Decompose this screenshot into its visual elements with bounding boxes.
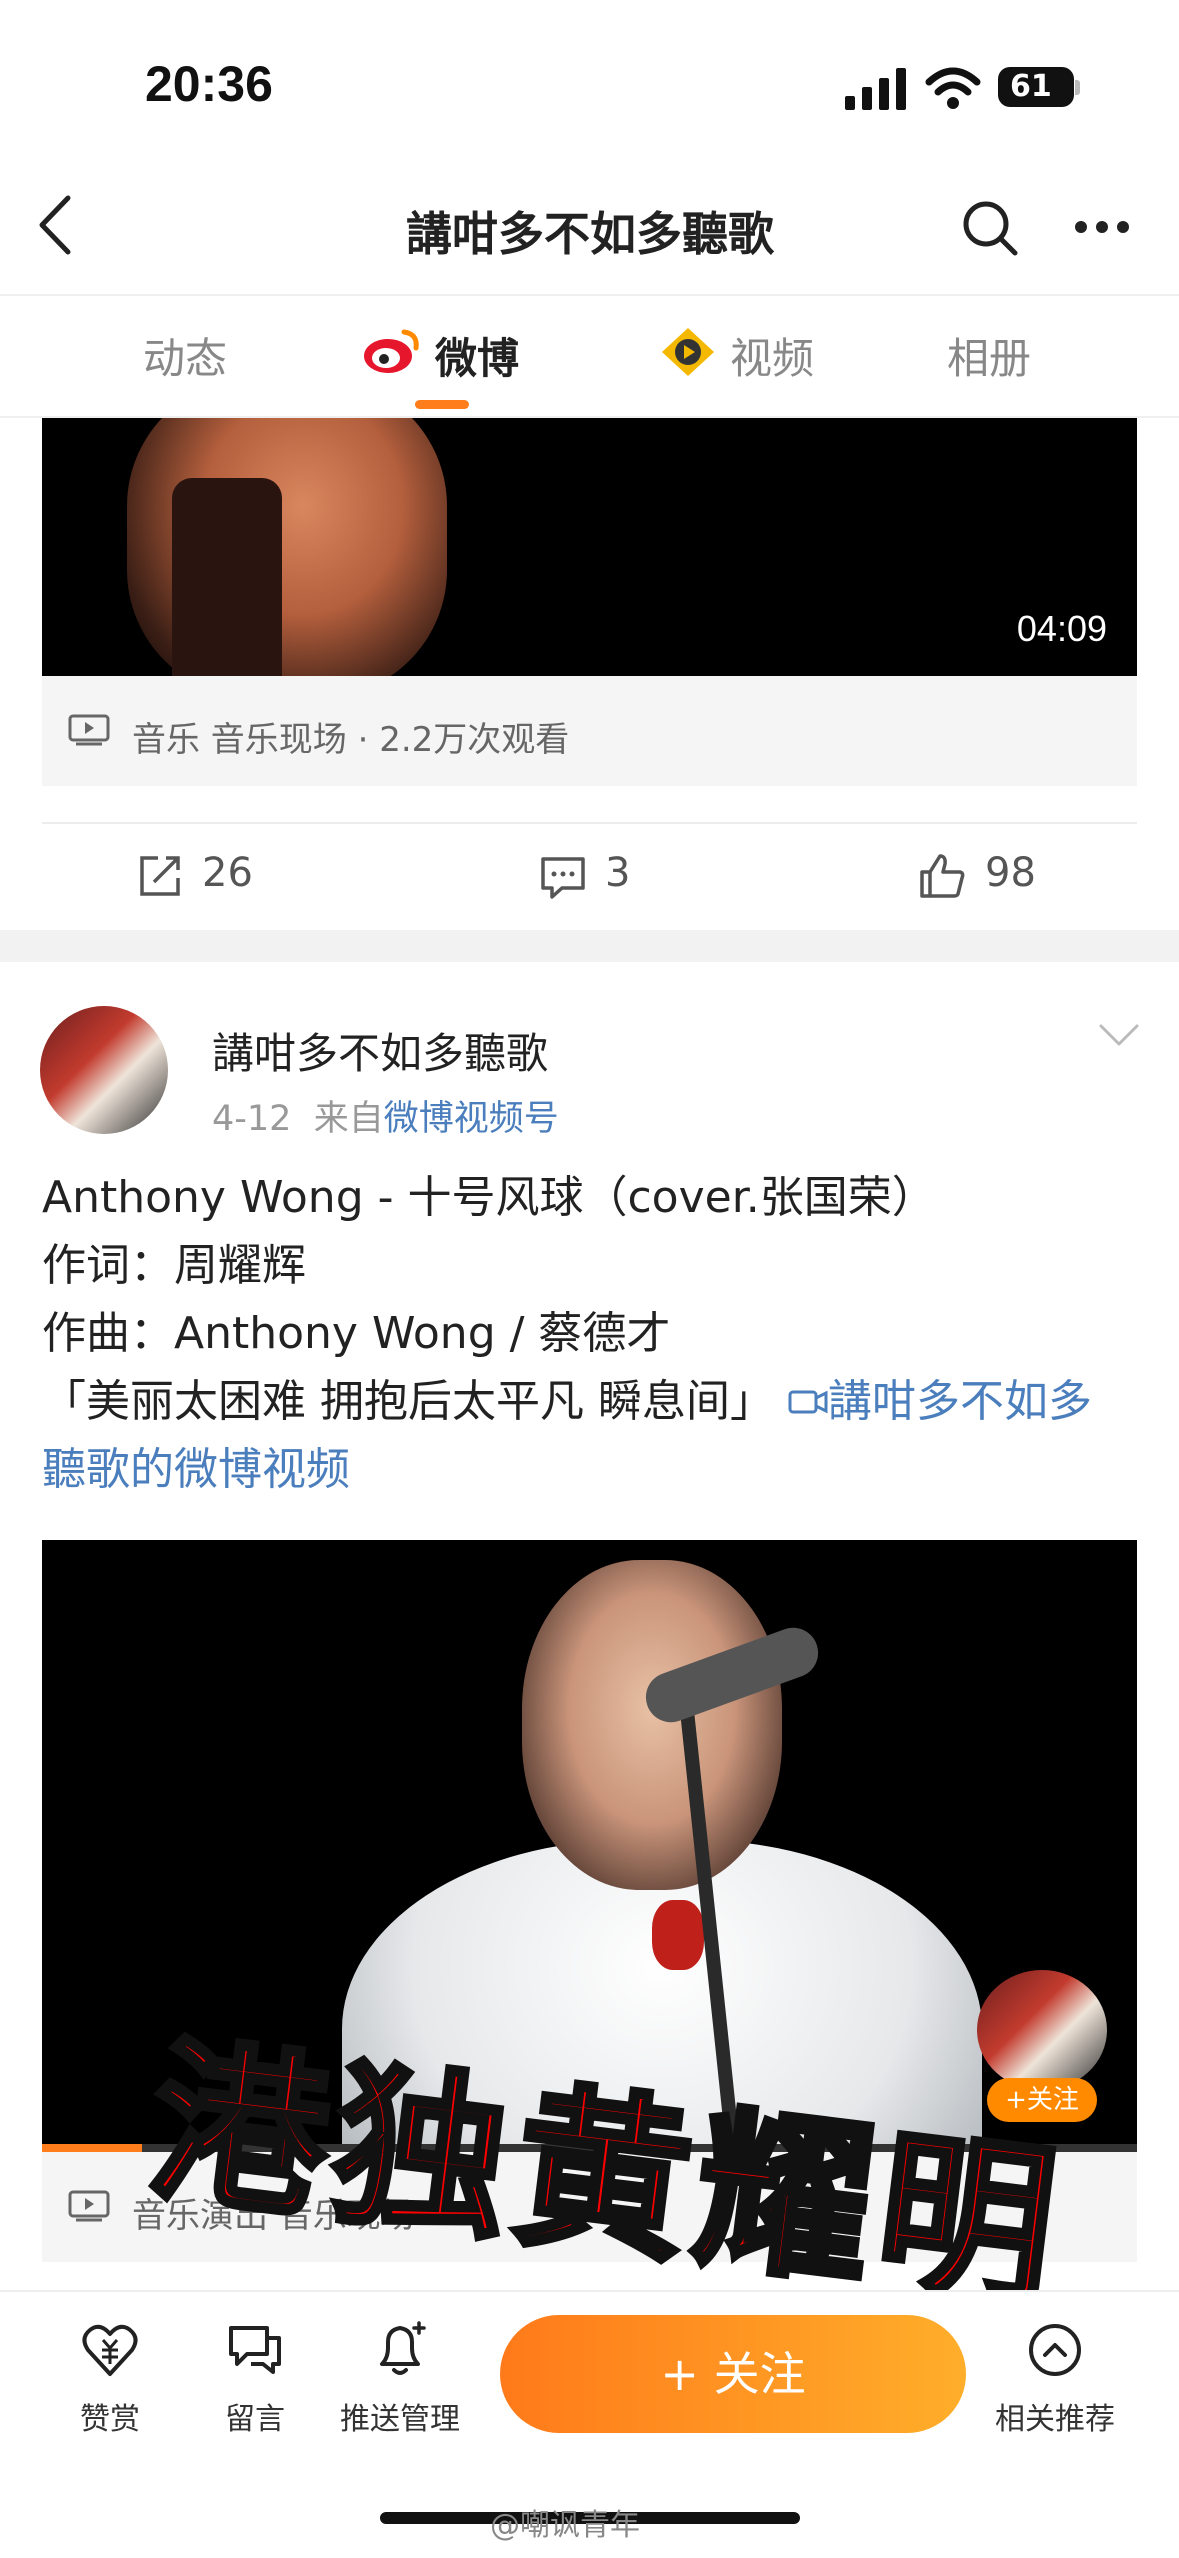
- post-text-line-4: 「美丽太困难 拥抱后太平凡 瞬息间」 講咁多不如多: [42, 1368, 1092, 1436]
- message-button[interactable]: 留言: [185, 2320, 325, 2438]
- video-play-icon: [68, 2190, 110, 2222]
- push-settings-button[interactable]: 推送管理: [330, 2320, 470, 2438]
- message-icon: [229, 2326, 281, 2374]
- tab-weibo[interactable]: 微博: [435, 325, 519, 386]
- reward-label: 赞赏: [80, 2402, 140, 2437]
- search-icon[interactable]: [960, 198, 1020, 258]
- video-player-1[interactable]: 04:09: [42, 418, 1137, 676]
- comment-icon[interactable]: [540, 856, 586, 900]
- tab-videos[interactable]: 视频: [730, 325, 814, 386]
- comment-count[interactable]: 3: [605, 850, 630, 896]
- video-thumbnail-singer: [522, 1560, 782, 1890]
- battery-tip: [1075, 80, 1080, 95]
- video-thumbnail-badge: [652, 1900, 704, 1970]
- video-channel-icon: [662, 328, 714, 376]
- post-from-label: 来自: [313, 1099, 384, 1139]
- tab-albums[interactable]: 相册: [947, 325, 1031, 386]
- chevron-up-circle-icon: [1029, 2324, 1081, 2376]
- page-title: 講咁多不如多聽歌: [406, 207, 774, 261]
- related-recommend-button[interactable]: 相关推荐: [985, 2320, 1125, 2438]
- repost-icon[interactable]: [138, 854, 182, 898]
- follow-button[interactable]: + 关注: [500, 2315, 966, 2433]
- post-source-link[interactable]: 微博视频号: [384, 1099, 559, 1139]
- like-count[interactable]: 98: [985, 850, 1036, 896]
- video-play-icon: [68, 714, 110, 746]
- post-text-line-1: Anthony Wong - 十号风球（cover.张国荣）: [42, 1172, 936, 1223]
- wifi-icon: [925, 67, 981, 109]
- status-time: 20:36: [145, 56, 273, 112]
- video-duration: 04:09: [1016, 608, 1107, 649]
- post-text-line-3: 作曲：Anthony Wong / 蔡德才: [42, 1308, 671, 1359]
- reward-button[interactable]: 赞赏: [40, 2320, 180, 2438]
- post-text-line-2: 作词：周耀辉: [42, 1240, 306, 1291]
- bell-icon: [380, 2321, 426, 2375]
- video-link-text-2[interactable]: 聽歌的微博视频: [42, 1436, 350, 1504]
- post-separator: [0, 930, 1179, 962]
- tab-active-indicator: [415, 400, 469, 409]
- lyrics-quote: 「美丽太困难 拥抱后太平凡 瞬息间」: [42, 1376, 774, 1427]
- video-meta-text: 音乐 音乐现场 · 2.2万次观看: [132, 720, 570, 760]
- message-label: 留言: [225, 2402, 285, 2437]
- watermark: @嘲讽青年: [490, 2508, 640, 2543]
- video-meta-bar-1: 音乐 音乐现场 · 2.2万次观看: [42, 676, 1137, 786]
- post-date: 4-12: [212, 1099, 292, 1139]
- nav-divider: [0, 294, 1179, 296]
- push-settings-label: 推送管理: [340, 2402, 460, 2437]
- video-link-text-1[interactable]: 講咁多不如多: [828, 1376, 1092, 1427]
- video-thumbnail-dress: [172, 478, 282, 676]
- back-icon[interactable]: [30, 190, 80, 260]
- more-icon[interactable]: [1074, 220, 1130, 234]
- author-name[interactable]: 講咁多不如多聽歌: [212, 1020, 548, 1081]
- tab-dynamics[interactable]: 动态: [143, 325, 227, 386]
- chevron-down-icon[interactable]: [1098, 1022, 1140, 1048]
- like-icon[interactable]: [918, 852, 966, 900]
- actions-divider: [42, 822, 1137, 824]
- post-meta: 4-12 来自微博视频号: [212, 1090, 559, 1141]
- video-progress-fill: [42, 2144, 142, 2152]
- weibo-logo-icon: [364, 329, 419, 373]
- repost-count[interactable]: 26: [202, 850, 253, 896]
- cellular-signal-icon: [845, 68, 906, 110]
- battery-level: 61: [998, 67, 1074, 107]
- video-link-icon: [788, 1390, 828, 1414]
- author-avatar[interactable]: [40, 1006, 168, 1134]
- video-author-avatar[interactable]: [977, 1970, 1107, 2090]
- reward-heart-icon: [82, 2324, 138, 2376]
- related-recommend-label: 相关推荐: [995, 2402, 1115, 2437]
